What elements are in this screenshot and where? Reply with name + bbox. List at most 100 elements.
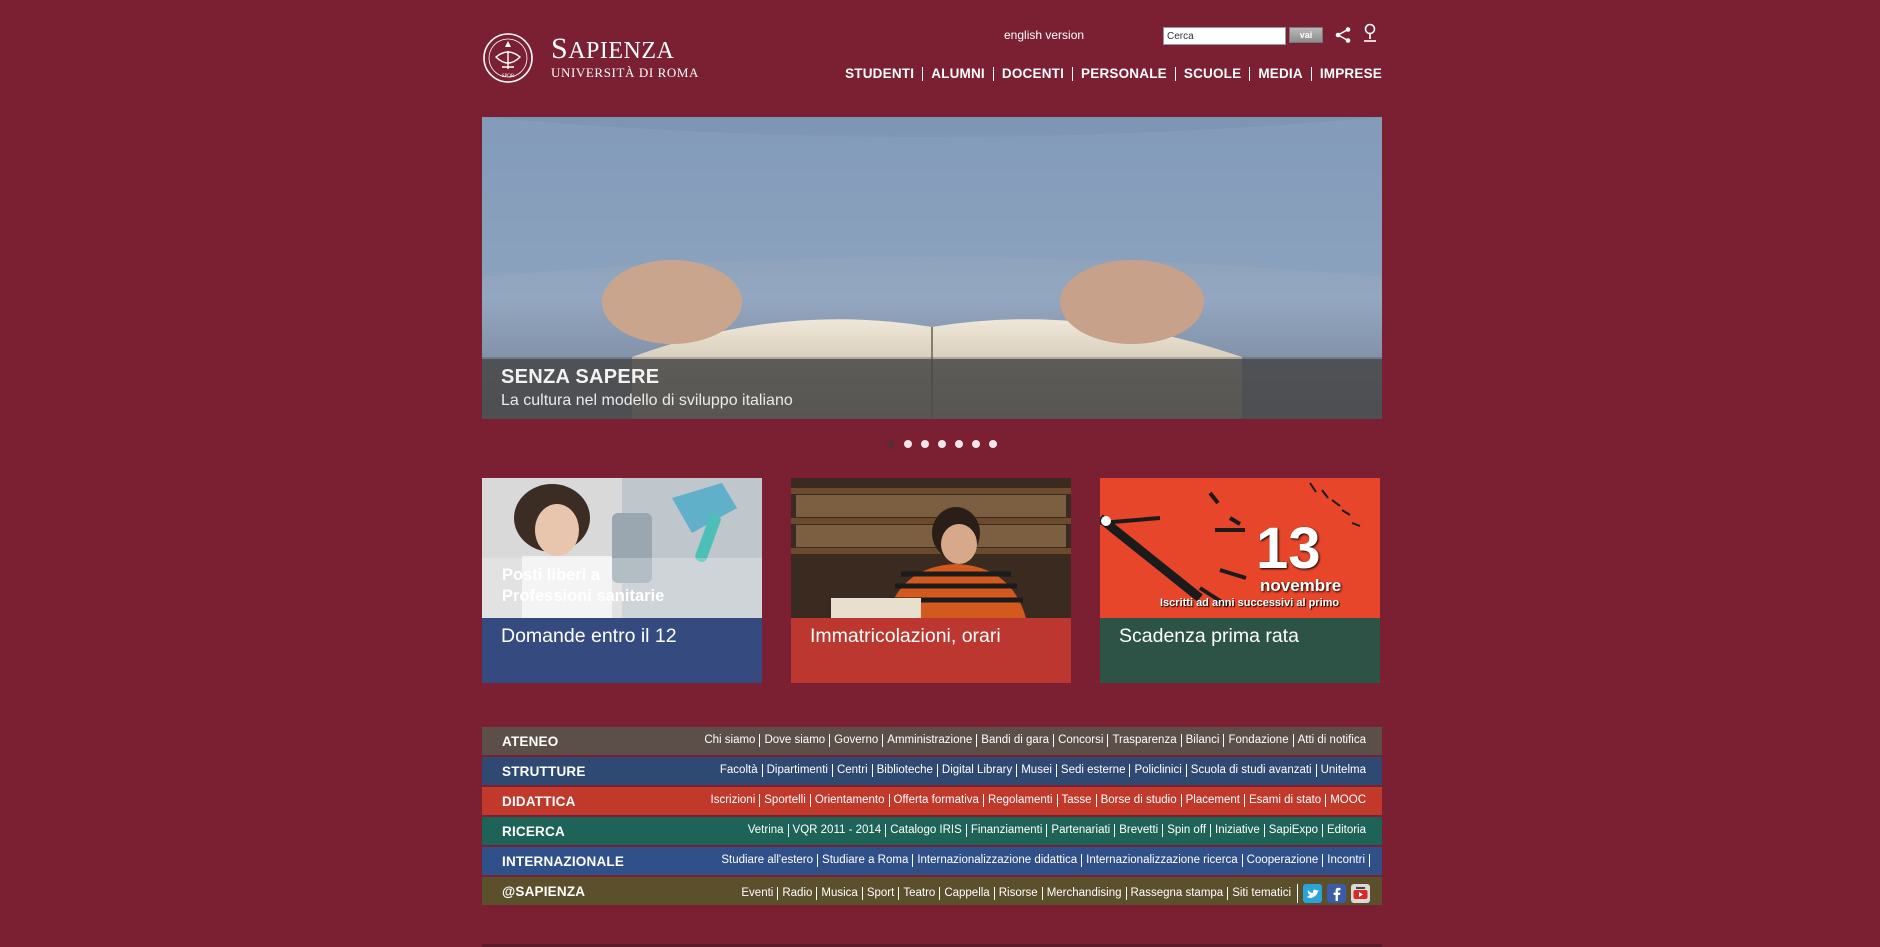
slider-dot[interactable] [955, 440, 963, 448]
nav-link[interactable]: Risorse [993, 887, 1042, 900]
nav-link[interactable]: Facoltà [716, 764, 762, 777]
twitter-icon[interactable] [1303, 884, 1322, 903]
nav-link[interactable]: Unitelma [1315, 764, 1370, 777]
slider-dot[interactable] [938, 440, 946, 448]
nav-bar-links: Studiare all'estero Studiare a Roma Inte… [717, 854, 1370, 867]
youtube-icon[interactable] [1351, 884, 1370, 903]
nav-link[interactable]: Studiare all'estero [717, 854, 817, 867]
nav-link[interactable]: Internazionalizzazione ricerca [1081, 854, 1242, 867]
nav-bar-strutture: STRUTTURE Facoltà Dipartimenti Centri Bi… [482, 757, 1382, 785]
nav-link[interactable]: Editoria [1322, 824, 1370, 837]
nav-bar-title[interactable]: STRUTTURE [502, 764, 586, 779]
nav-link[interactable]: Musica [816, 887, 861, 900]
nav-link[interactable]: Eventi [737, 887, 777, 900]
facebook-icon[interactable] [1327, 884, 1346, 903]
nav-link[interactable]: Fondazione [1223, 734, 1292, 747]
nav-link[interactable]: Biblioteche [871, 764, 937, 777]
nav-link[interactable]: Iscrizioni [707, 794, 760, 807]
nav-alumni[interactable]: ALUMNI [922, 67, 993, 81]
nav-link[interactable]: Borse di studio [1095, 794, 1181, 807]
nav-link[interactable]: Centri [831, 764, 872, 777]
nav-link[interactable]: Teatro [898, 887, 939, 900]
nav-link[interactable]: Brevetti [1114, 824, 1162, 837]
promo-card-scadenza-rata[interactable]: 13 novembre Iscritti ad anni successivi … [1100, 478, 1380, 683]
nav-bar-title[interactable]: @SAPIENZA [502, 884, 585, 899]
nav-link[interactable]: Sportelli [759, 794, 810, 807]
nav-link[interactable]: Esami di stato [1243, 794, 1325, 807]
nav-media[interactable]: MEDIA [1249, 67, 1311, 81]
nav-link[interactable]: Orientamento [809, 794, 889, 807]
nav-bar-sapienza: @SAPIENZA Eventi Radio Musica Sport Teat… [482, 877, 1382, 905]
slider-dot[interactable] [972, 440, 980, 448]
nav-link[interactable]: MOOC [1325, 794, 1370, 807]
share-icon[interactable] [1334, 26, 1352, 44]
nav-link[interactable]: Spin off [1162, 824, 1210, 837]
search-input[interactable] [1163, 27, 1286, 45]
nav-bar-title[interactable]: DIDATTICA [502, 794, 576, 809]
slider-dot[interactable] [904, 440, 912, 448]
nav-bar-title[interactable]: ATENEO [502, 734, 558, 749]
nav-link[interactable]: Digital Library [936, 764, 1016, 777]
nav-link[interactable]: Regolamenti [982, 794, 1057, 807]
nav-link[interactable]: Rassegna stampa [1125, 887, 1228, 900]
nav-bar-title[interactable]: RICERCA [502, 824, 565, 839]
nav-bar-internazionale: INTERNAZIONALE Studiare all'estero Studi… [482, 847, 1382, 875]
nav-link[interactable]: Musei [1016, 764, 1056, 777]
search-button[interactable]: vai [1289, 27, 1323, 43]
nav-docenti[interactable]: DOCENTI [992, 67, 1072, 81]
nav-link[interactable]: Sport [861, 887, 899, 900]
nav-link[interactable]: Governo [829, 734, 882, 747]
nav-link[interactable]: Dipartimenti [761, 764, 832, 777]
slider-dot[interactable] [989, 440, 997, 448]
nav-link[interactable]: Merchandising [1041, 887, 1126, 900]
nav-link[interactable]: Internazionalizzazione didattica [912, 854, 1081, 867]
nav-link[interactable]: Finanziamenti [965, 824, 1047, 837]
nav-imprese[interactable]: IMPRESE [1310, 67, 1382, 81]
english-version-link[interactable]: english version [1004, 28, 1084, 42]
nav-link[interactable]: Vetrina [744, 824, 788, 837]
slider-dot[interactable] [921, 440, 929, 448]
seal-lettering: SPQR [502, 74, 515, 79]
nav-link[interactable]: Scuola di studi avanzati [1185, 764, 1316, 777]
nav-link[interactable]: Amministrazione [882, 734, 976, 747]
nav-link[interactable]: Bandi di gara [976, 734, 1053, 747]
nav-link[interactable]: SapiExpo [1263, 824, 1322, 837]
nav-link[interactable]: Bilanci [1180, 734, 1224, 747]
nav-link[interactable]: VQR 2011 - 2014 [787, 824, 886, 837]
nav-link[interactable]: Policlinici [1129, 764, 1185, 777]
nav-link[interactable]: Dove siamo [759, 734, 829, 747]
logo-subtitle: Università di Roma [551, 65, 700, 80]
university-seal-icon[interactable]: SPQR [482, 27, 534, 89]
nav-link[interactable]: Concorsi [1053, 734, 1107, 747]
hero-slide[interactable]: SENZA SAPERE La cultura nel modello di s… [482, 117, 1382, 419]
nav-link[interactable]: Chi siamo [700, 734, 759, 747]
nav-link[interactable]: Tasse [1056, 794, 1096, 807]
map-pin-icon[interactable] [1362, 23, 1378, 43]
nav-scuole[interactable]: SCUOLE [1174, 67, 1249, 81]
hero-title[interactable]: SENZA SAPERE [501, 366, 659, 389]
nav-link[interactable]: Incontri [1322, 854, 1370, 867]
nav-link[interactable]: Sedi esterne [1055, 764, 1130, 777]
section-navigation: ATENEO Chi siamo Dove siamo Governo Ammi… [482, 727, 1382, 907]
nav-bar-links: Iscrizioni Sportelli Orientamento Offert… [707, 794, 1370, 807]
nav-link[interactable]: Trasparenza [1107, 734, 1180, 747]
nav-bar-ateneo: ATENEO Chi siamo Dove siamo Governo Ammi… [482, 727, 1382, 755]
nav-link[interactable]: Catalogo IRIS [885, 824, 966, 837]
nav-link[interactable]: Offerta formativa [888, 794, 983, 807]
nav-link[interactable]: Cappella [939, 887, 993, 900]
nav-link[interactable]: Radio [777, 887, 816, 900]
promo-card-professioni-sanitarie[interactable]: Posti liberi a Professioni sanitarie Dom… [482, 478, 762, 683]
nav-link[interactable]: Iniziative [1210, 824, 1264, 837]
nav-link[interactable]: Studiare a Roma [817, 854, 912, 867]
nav-link[interactable]: Siti tematici [1227, 887, 1295, 900]
slider-dot[interactable] [887, 440, 895, 448]
university-logo[interactable]: SAPIENZA Università di Roma [551, 34, 699, 80]
nav-link[interactable]: Atti di notifica [1292, 734, 1370, 747]
nav-link[interactable]: Partenariati [1046, 824, 1114, 837]
nav-personale[interactable]: PERSONALE [1072, 67, 1175, 81]
nav-link[interactable]: Cooperazione [1241, 854, 1323, 867]
nav-link[interactable]: Placement [1180, 794, 1244, 807]
nav-studenti[interactable]: STUDENTI [837, 67, 922, 81]
nav-bar-title[interactable]: INTERNAZIONALE [502, 854, 624, 869]
promo-card-immatricolazioni[interactable]: Immatricolazioni, orari [791, 478, 1071, 683]
